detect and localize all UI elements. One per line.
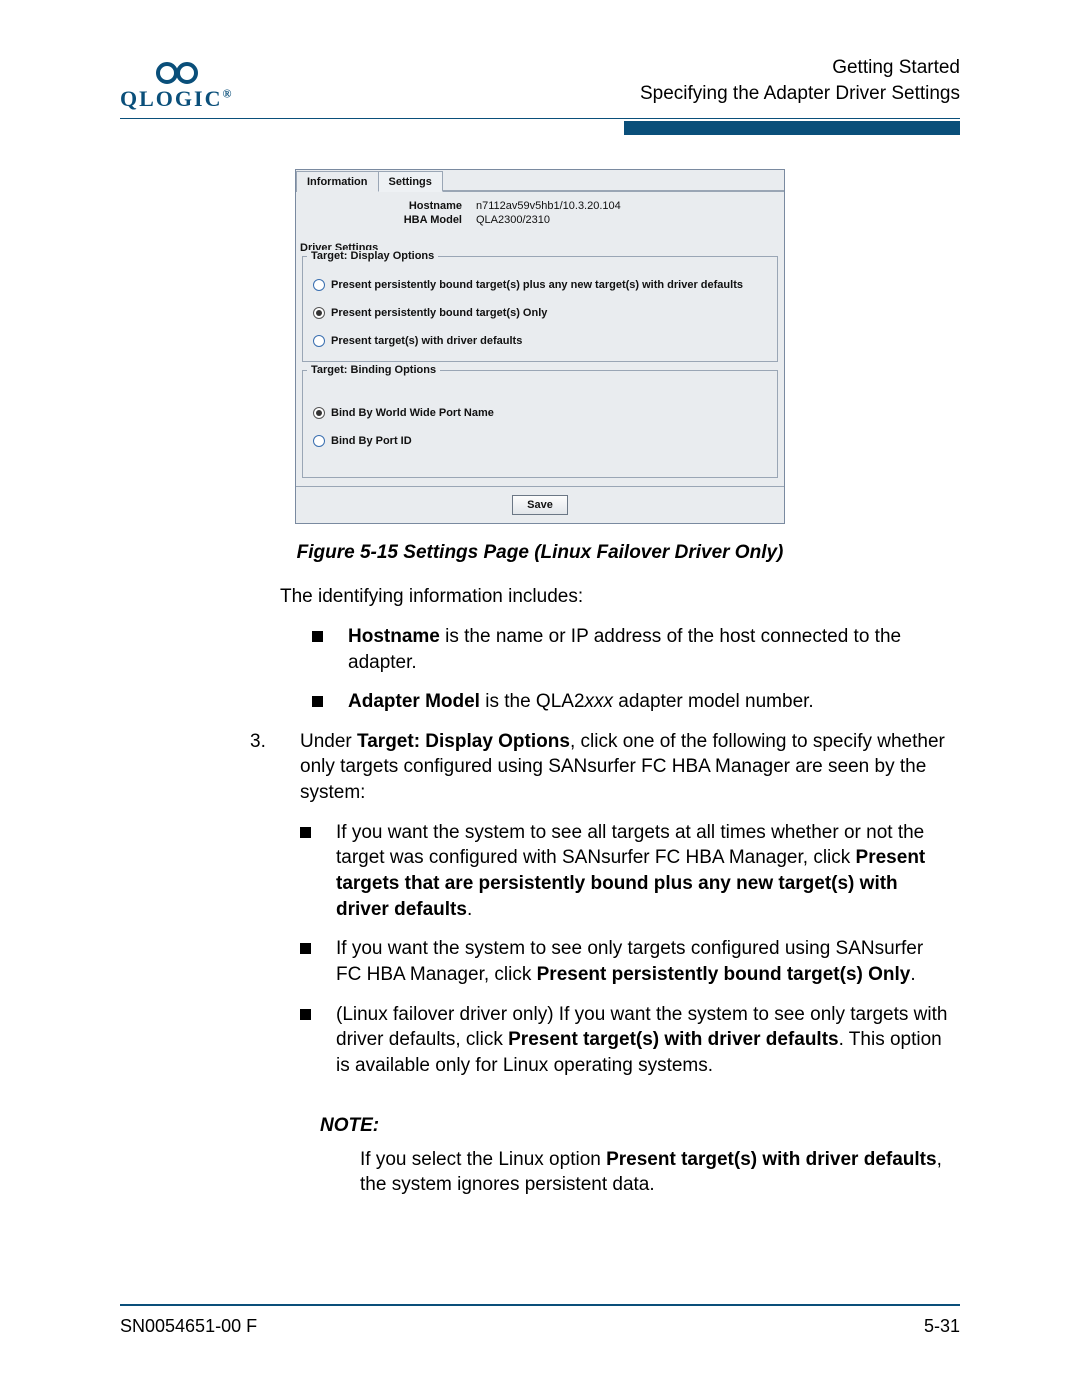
list-item: If you want the system to see all target… bbox=[300, 820, 950, 923]
note-block: NOTE: If you select the Linux option Pre… bbox=[320, 1115, 950, 1198]
page-footer: SN0054651-00 F 5-31 bbox=[120, 1304, 960, 1337]
header-titles: Getting Started Specifying the Adapter D… bbox=[640, 55, 960, 112]
body-text: The identifying information includes: Ho… bbox=[280, 584, 950, 1092]
note-heading: NOTE: bbox=[320, 1115, 950, 1137]
radio-icon bbox=[313, 435, 325, 447]
save-bar: Save bbox=[296, 486, 784, 523]
page-header: QLOGIC® Getting Started Specifying the A… bbox=[120, 55, 960, 112]
save-button[interactable]: Save bbox=[512, 495, 568, 515]
step-number: 3. bbox=[250, 729, 274, 1093]
list-item: If you want the system to see only targe… bbox=[300, 936, 950, 987]
settings-panel: Information Settings Hostname n7112av59v… bbox=[295, 169, 785, 524]
hba-model-value: QLA2300/2310 bbox=[476, 214, 774, 226]
radio-icon bbox=[313, 307, 325, 319]
step3-sublist: If you want the system to see all target… bbox=[300, 820, 950, 1079]
radio-present-defaults[interactable]: Present target(s) with driver defaults bbox=[313, 335, 771, 347]
radio-present-bound-only[interactable]: Present persistently bound target(s) Onl… bbox=[313, 307, 771, 319]
hba-model-label: HBA Model bbox=[306, 214, 476, 226]
note-body: If you select the Linux option Present t… bbox=[360, 1147, 950, 1198]
step-body: Under Target: Display Options, click one… bbox=[300, 729, 950, 1093]
radio-icon bbox=[313, 335, 325, 347]
display-options-fieldset: Target: Display Options Present persiste… bbox=[302, 256, 778, 362]
list-item: (Linux failover driver only) If you want… bbox=[300, 1002, 950, 1079]
intro-line: The identifying information includes: bbox=[280, 584, 950, 610]
binding-options-legend: Target: Binding Options bbox=[307, 364, 440, 376]
hostname-value: n7112av59v5hb1/10.3.20.104 bbox=[476, 200, 774, 212]
qlogic-logo: QLOGIC® bbox=[120, 60, 233, 112]
tab-information[interactable]: Information bbox=[296, 171, 379, 192]
panel-info: Hostname n7112av59v5hb1/10.3.20.104 HBA … bbox=[296, 192, 784, 238]
list-item: Adapter Model is the QLA2xxx adapter mod… bbox=[312, 689, 950, 715]
page-number: 5-31 bbox=[924, 1316, 960, 1337]
page: QLOGIC® Getting Started Specifying the A… bbox=[0, 0, 1080, 1397]
header-line1: Getting Started bbox=[640, 55, 960, 81]
binding-options-fieldset: Target: Binding Options Bind By World Wi… bbox=[302, 370, 778, 478]
radio-bind-wwpn[interactable]: Bind By World Wide Port Name bbox=[313, 407, 771, 419]
list-item: Hostname is the name or IP address of th… bbox=[312, 624, 950, 675]
figure-caption: Figure 5-15 Settings Page (Linux Failove… bbox=[120, 542, 960, 564]
qlogic-logo-icon bbox=[149, 60, 205, 86]
header-line2: Specifying the Adapter Driver Settings bbox=[640, 81, 960, 107]
radio-present-all[interactable]: Present persistently bound target(s) plu… bbox=[313, 279, 771, 291]
radio-icon bbox=[313, 407, 325, 419]
id-info-list: Hostname is the name or IP address of th… bbox=[312, 624, 950, 715]
tab-settings[interactable]: Settings bbox=[378, 171, 443, 192]
header-rule bbox=[120, 118, 960, 135]
step-3: 3. Under Target: Display Options, click … bbox=[250, 729, 950, 1093]
display-options-legend: Target: Display Options bbox=[307, 250, 438, 262]
tab-bar: Information Settings bbox=[296, 170, 784, 192]
page-content: Information Settings Hostname n7112av59v… bbox=[120, 135, 960, 1198]
logo-text: QLOGIC® bbox=[120, 86, 233, 112]
doc-number: SN0054651-00 F bbox=[120, 1316, 257, 1337]
hostname-label: Hostname bbox=[306, 200, 476, 212]
radio-bind-portid[interactable]: Bind By Port ID bbox=[313, 435, 771, 447]
radio-icon bbox=[313, 279, 325, 291]
